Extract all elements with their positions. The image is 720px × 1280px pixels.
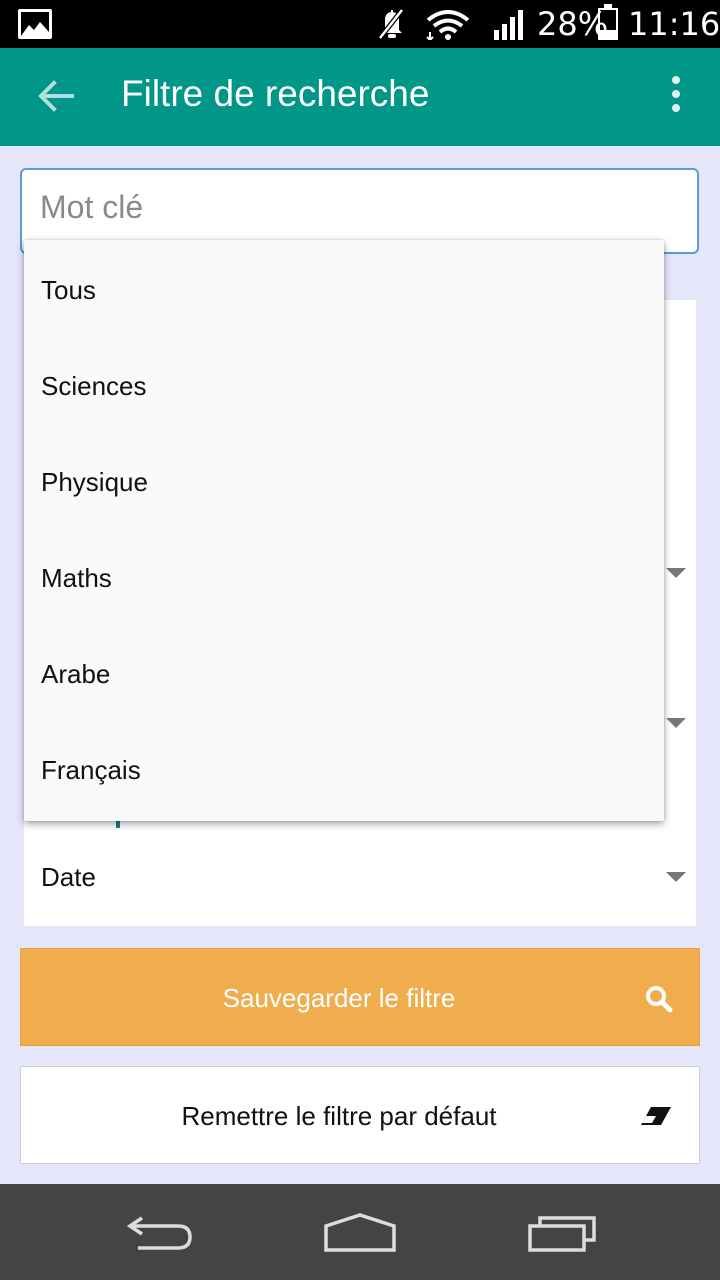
more-options-button[interactable] xyxy=(660,70,692,126)
save-filter-button[interactable]: Sauvegarder le filtre xyxy=(20,948,700,1046)
signal-icon xyxy=(494,10,523,40)
page-title: Filtre de recherche xyxy=(121,73,430,114)
dropdown-option-francais[interactable]: Français xyxy=(24,722,664,818)
navigation-bar xyxy=(0,1184,720,1280)
dropdown-option-label: Français xyxy=(41,755,141,785)
clock: 11:16 xyxy=(628,5,720,43)
dropdown-option-tous[interactable]: Tous xyxy=(24,242,664,338)
eraser-icon xyxy=(641,1107,671,1125)
more-vert-icon xyxy=(672,76,680,84)
dropdown-option-sciences[interactable]: Sciences xyxy=(24,338,664,434)
sort-select-value[interactable]: Date xyxy=(41,862,96,893)
battery-level xyxy=(600,30,616,38)
reset-filter-button[interactable]: Remettre le filtre par défaut xyxy=(20,1066,700,1164)
image-icon xyxy=(18,9,52,39)
dropdown-option-physique[interactable]: Physique xyxy=(24,434,664,530)
dropdown-option-label: Tous xyxy=(41,275,96,305)
category-dropdown: Tous Sciences Physique Maths Arabe Franç… xyxy=(24,240,664,821)
home-icon[interactable] xyxy=(322,1212,398,1252)
more-vert-dot xyxy=(672,90,680,98)
back-icon[interactable] xyxy=(124,1212,194,1252)
chevron-down-icon xyxy=(666,718,686,728)
dropdown-option-maths[interactable]: Maths xyxy=(24,530,664,626)
more-vert-dot xyxy=(672,104,680,112)
arrow-back-icon xyxy=(38,80,74,112)
dropdown-option-label: Physique xyxy=(41,467,148,497)
dropdown-option-label: Maths xyxy=(41,563,112,593)
chevron-down-icon xyxy=(666,568,686,578)
reset-filter-label: Remettre le filtre par défaut xyxy=(181,1101,497,1131)
back-button[interactable] xyxy=(28,68,84,124)
status-bar: 28% 11:16 xyxy=(0,0,720,48)
app-bar: Filtre de recherche xyxy=(0,48,720,146)
wifi-icon xyxy=(426,10,470,40)
chevron-down-icon[interactable] xyxy=(666,872,686,882)
mute-icon xyxy=(378,8,404,40)
divider xyxy=(116,820,120,828)
dropdown-option-label: Sciences xyxy=(41,371,147,401)
save-filter-label: Sauvegarder le filtre xyxy=(222,983,456,1013)
dropdown-option-arabe[interactable]: Arabe xyxy=(24,626,664,722)
recents-icon[interactable] xyxy=(526,1214,598,1252)
battery-icon xyxy=(598,4,618,40)
search-icon xyxy=(646,986,673,1013)
dropdown-option-label: Arabe xyxy=(41,659,111,689)
